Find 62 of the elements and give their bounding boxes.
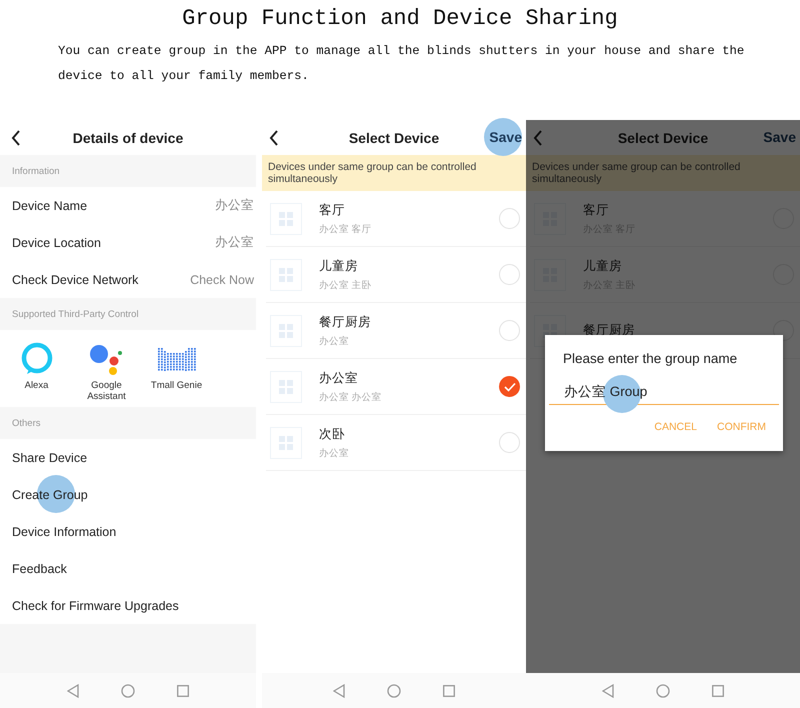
info-banner: Devices under same group can be controlled simultaneously — [526, 155, 800, 191]
home-icon[interactable] — [121, 684, 135, 698]
settings-item[interactable]: Check Device Network Check Now — [0, 261, 256, 298]
device-item[interactable]: 办公室 办公室 办公室 — [266, 359, 526, 415]
recents-icon[interactable] — [712, 684, 724, 696]
service-label: Google Assistant — [86, 380, 127, 402]
device-name: 儿童房 — [319, 258, 359, 274]
device-name: 儿童房 — [583, 258, 623, 274]
screen-title: Select Device — [618, 130, 708, 146]
service-label: Alexa — [24, 380, 48, 391]
recents-icon[interactable] — [443, 684, 455, 696]
back-icon[interactable] — [269, 130, 279, 146]
settings-item[interactable]: Check for Firmware Upgrades — [0, 587, 256, 624]
grid-icon — [278, 378, 294, 394]
settings-item[interactable]: Create Group — [0, 476, 256, 513]
setting-value: 办公室 — [215, 197, 255, 214]
setting-value: 办公室 — [215, 234, 255, 251]
section-label: Supported Third-Party Control — [11, 308, 140, 322]
grid-icon — [278, 210, 294, 226]
home-icon[interactable] — [387, 684, 401, 698]
nav-back-icon[interactable] — [602, 684, 614, 698]
device-name: 客厅 — [583, 202, 610, 218]
ring-logo-icon[interactable] — [20, 342, 54, 376]
device-item[interactable]: 客厅 办公室 客厅 — [266, 191, 526, 247]
info-banner: Devices under same group can be controlled simultaneously — [262, 155, 526, 191]
device-name: 餐厅厨房 — [583, 322, 636, 339]
device-item[interactable]: 餐厅厨房 办公室 — [266, 303, 526, 359]
settings-item[interactable]: Device Name 办公室 — [0, 187, 256, 224]
section-label: Information — [11, 164, 61, 178]
device-location: 办公室 办公室 — [319, 390, 383, 404]
grid-icon — [278, 322, 294, 338]
nav-back-icon[interactable] — [67, 684, 79, 698]
settings-item[interactable]: Feedback — [0, 550, 256, 587]
nav-back-icon[interactable] — [333, 684, 345, 698]
recents-icon[interactable] — [177, 684, 189, 696]
section-label: Others — [11, 416, 42, 430]
device-item[interactable]: 儿童房 办公室 主卧 — [266, 247, 526, 303]
screen-title: Select Device — [348, 130, 440, 146]
device-name: 餐厅厨房 — [319, 314, 372, 330]
page-description: You can create group in the APP to manage all the blinds shutters in your house and share the device to all your family members. — [58, 43, 746, 85]
select-checkbox[interactable] — [499, 376, 520, 397]
save-button[interactable]: Save — [489, 129, 522, 145]
screen-title: Details of device — [72, 130, 184, 146]
check-icon — [504, 382, 516, 392]
device-item[interactable]: 次卧 办公室 — [266, 415, 526, 471]
page-title: Group Function and Device Sharing — [181, 6, 619, 31]
settings-item[interactable]: Device Information — [0, 513, 256, 550]
settings-item[interactable]: Device Location 办公室 — [0, 224, 256, 261]
setting-value: Check Now — [190, 272, 255, 286]
device-location: 办公室 — [319, 334, 350, 348]
device-location: 办公室 — [319, 446, 350, 460]
service-label: Tmall Genie — [150, 380, 202, 391]
settings-item[interactable]: Share Device — [0, 439, 256, 476]
device-name: 客厅 — [319, 202, 346, 218]
back-icon[interactable] — [11, 130, 21, 146]
grid-icon — [278, 434, 294, 450]
device-location: 办公室 主卧 — [319, 278, 373, 292]
home-icon[interactable] — [656, 684, 670, 698]
device-location: 办公室 客厅 — [319, 222, 373, 236]
device-name: 次卧 — [319, 426, 346, 442]
grid-icon — [278, 266, 294, 282]
device-name: 办公室 — [319, 370, 359, 386]
